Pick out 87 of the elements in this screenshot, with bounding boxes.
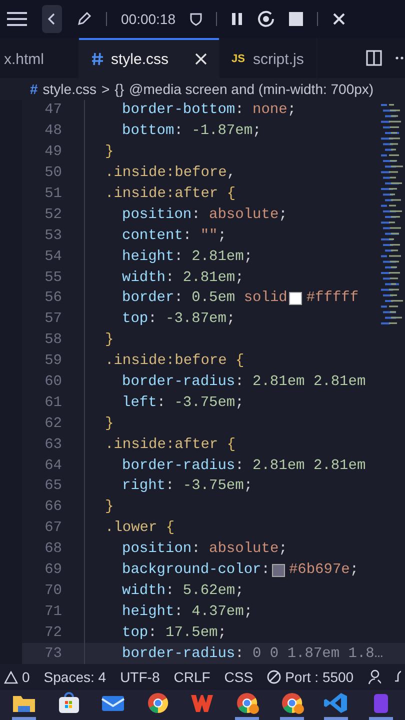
shield-icon[interactable] xyxy=(190,12,202,26)
code-text: #6b697e; xyxy=(288,562,359,578)
line-number: 71 xyxy=(22,601,85,622)
browser-profile-icon[interactable] xyxy=(234,690,260,714)
code-text: right: -3.75em; xyxy=(122,478,253,494)
code-text: .inside:after { xyxy=(105,186,236,202)
js-file-icon: JS xyxy=(232,53,245,65)
line-number: 58 xyxy=(22,330,85,351)
code-editor-icon[interactable] xyxy=(323,690,350,714)
code-text: background-color: xyxy=(122,562,270,578)
breadcrumb-item[interactable]: @media screen and (min-width: 700px) xyxy=(129,81,374,97)
line-number: 50 xyxy=(22,162,85,184)
code-text: width: 5.62em; xyxy=(122,582,244,599)
code-text: height: 2.81em; xyxy=(122,248,253,265)
restart-icon[interactable] xyxy=(256,10,274,28)
code-text: } xyxy=(105,499,114,516)
chevron-left-icon xyxy=(47,12,57,26)
line-number: 56 xyxy=(22,288,85,309)
css-file-icon xyxy=(91,52,103,66)
line-number: 65 xyxy=(22,476,85,497)
code-text: bottom: -1.87em; xyxy=(122,123,262,140)
line-number: 70 xyxy=(22,580,85,602)
close-icon[interactable] xyxy=(194,53,207,65)
status-item[interactable]: UTF-8 xyxy=(120,669,160,685)
code-text: width: 2.81em; xyxy=(122,270,244,286)
stop-icon[interactable] xyxy=(288,12,302,26)
warning-icon xyxy=(4,670,18,684)
line-number: 51 xyxy=(22,184,85,204)
line-number: 67 xyxy=(22,518,85,539)
code-text: border-bottom: none; xyxy=(122,102,296,118)
back-button[interactable] xyxy=(42,5,62,33)
code-text: border: 0.5em solid xyxy=(122,290,288,306)
breadcrumb-item[interactable]: style.css xyxy=(42,81,96,97)
problems-count: 0 xyxy=(22,669,30,685)
code-text: .inside:before, xyxy=(105,165,236,182)
line-number: 63 xyxy=(22,434,85,456)
pause-icon[interactable] xyxy=(230,12,242,26)
port-label: Port : 5500 xyxy=(285,669,354,685)
line-number: 48 xyxy=(22,120,85,142)
status-item[interactable]: CSS xyxy=(224,669,254,685)
code-text: .lower { xyxy=(105,520,175,536)
line-number: 57 xyxy=(22,308,85,330)
code-text: top: -3.87em; xyxy=(122,311,236,328)
line-number: 54 xyxy=(22,246,85,268)
blocked-icon xyxy=(267,670,282,684)
code-text: position: absolute; xyxy=(122,206,288,223)
problems-indicator[interactable]: 0 xyxy=(4,669,30,685)
line-number: 66 xyxy=(22,496,85,518)
line-number: 64 xyxy=(22,455,85,476)
line-number: 62 xyxy=(22,413,85,434)
code-text: .inside:before { xyxy=(105,353,244,370)
close-icon[interactable] xyxy=(332,12,346,26)
code-text: content: ""; xyxy=(122,228,226,244)
breadcrumb-separator: > xyxy=(101,81,110,97)
color-swatch-icon[interactable] xyxy=(272,564,285,577)
code-text: } xyxy=(105,144,114,160)
css-file-icon: # xyxy=(30,81,38,97)
status-item[interactable]: CRLF xyxy=(174,669,210,685)
line-number: 47 xyxy=(22,100,85,121)
line-number: 69 xyxy=(22,560,85,580)
status-item[interactable]: Spaces: 4 xyxy=(44,669,106,685)
code-text: border-radius: 0 0 1.87em 1.8… xyxy=(122,646,384,662)
code-text: position: absolute; xyxy=(122,541,288,558)
color-swatch-icon[interactable] xyxy=(289,292,302,305)
code-text: .inside:after { xyxy=(105,436,236,453)
line-number: 68 xyxy=(22,538,85,560)
recording-timer: 00:00:18 xyxy=(121,11,176,27)
code-text: } xyxy=(105,332,114,348)
line-number: 60 xyxy=(22,372,85,392)
code-text: height: 4.37em; xyxy=(122,604,253,620)
menu-icon[interactable] xyxy=(6,11,28,27)
code-text: } xyxy=(105,416,114,432)
line-number: 52 xyxy=(22,204,85,226)
account-icon[interactable] xyxy=(368,669,381,685)
line-number: 59 xyxy=(22,350,85,372)
code-text: border-radius: 2.81em 2.81em xyxy=(122,374,366,390)
line-number: 49 xyxy=(22,142,85,163)
pencil-icon[interactable] xyxy=(76,11,92,27)
code-text: #fffff xyxy=(306,290,359,306)
code-text: left: -3.75em; xyxy=(122,394,244,411)
code-text: border-radius: 2.81em 2.81em xyxy=(122,458,366,474)
line-number: 55 xyxy=(22,267,85,288)
live-server-status[interactable]: Port : 5500 xyxy=(267,669,354,685)
line-number: 61 xyxy=(22,392,85,414)
braces-icon: {} xyxy=(114,81,124,97)
code-text: top: 17.5em; xyxy=(122,624,226,641)
line-number: 53 xyxy=(22,225,85,246)
